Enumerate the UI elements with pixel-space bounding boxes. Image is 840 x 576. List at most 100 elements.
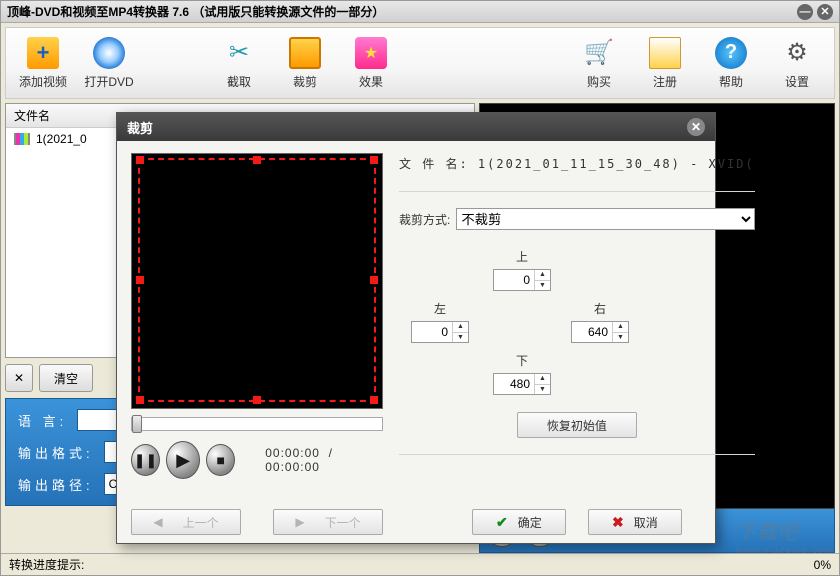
capture-label: 截取 [227,73,251,90]
crop-top-cell: 上 ▲▼ [489,248,555,291]
crop-handle-tl[interactable] [136,156,144,164]
crop-handle-bl[interactable] [136,396,144,404]
help-icon [715,37,747,69]
scissors-icon: ✂ [223,37,255,69]
next-label: 下一个 [325,514,361,531]
dialog-title: 裁剪 [127,118,153,137]
crop-preview[interactable] [131,153,383,409]
crop-bottom-spinner[interactable]: ▲▼ [493,373,551,395]
stop-button[interactable]: ■ [206,444,235,476]
dialog-titlebar: 裁剪 ✕ [117,113,715,141]
dialog-filename: 文 件 名: 1(2021_01_11_15_30_48) - XVID( [399,155,755,175]
crop-rectangle[interactable] [138,158,376,402]
down-icon[interactable]: ▼ [453,333,468,343]
up-icon[interactable]: ▲ [535,374,550,385]
crop-bottom-label: 下 [489,352,555,369]
titlebar: 顶峰-DVD和视频至MP4转换器 7.6 （试用版只能转换源文件的一部分） — … [1,1,839,23]
settings-button[interactable]: ⚙设置 [766,31,828,95]
crop-handle-tm[interactable] [253,156,261,164]
dialog-body: ❚❚ ▶ ■ 00:00:00 / 00:00:00 ◀上一个 ▶下一个 文 [117,141,715,543]
crop-handle-br[interactable] [370,396,378,404]
chevron-right-icon: ▶ [295,515,304,529]
crop-mode-label: 裁剪方式: [399,211,450,228]
window-title: 顶峰-DVD和视频至MP4转换器 7.6 （试用版只能转换源文件的一部分） [7,3,793,20]
chevron-left-icon: ◀ [153,515,162,529]
dialog-close-button[interactable]: ✕ [687,118,705,136]
status-bar: 转换进度提示: 0% [1,553,839,575]
play-button[interactable]: ▶ [166,441,200,479]
help-button[interactable]: 帮助 [700,31,762,95]
down-icon[interactable]: ▼ [613,333,628,343]
effect-label: 效果 [359,73,383,90]
crop-top-input[interactable] [494,270,534,290]
clear-label: 清空 [54,370,78,387]
register-button[interactable]: 注册 [634,31,696,95]
cancel-button[interactable]: ✖取消 [588,509,682,535]
prev-label: 上一个 [183,514,219,531]
up-icon[interactable]: ▲ [535,270,550,281]
prev-button[interactable]: ◀ 上一个 [131,509,241,535]
crop-mode-select[interactable]: 不裁剪 [456,208,754,230]
add-video-label: 添加视频 [19,73,67,90]
crop-right-cell: 右 ▲▼ [567,300,633,343]
slider-thumb[interactable] [132,415,142,433]
crop-values: 上 ▲▼ 左 ▲▼ 右 ▲▼ 下 ▲▼ [399,248,755,398]
effect-icon [355,37,387,69]
crop-handle-ml[interactable] [136,276,144,284]
file-name: 1(2021_0 [36,132,87,146]
next-button[interactable]: ▶ 下一个 [273,509,383,535]
crop-right-input[interactable] [572,322,612,342]
crop-icon [289,37,321,69]
capture-button[interactable]: ✂ 截取 [208,31,270,95]
ok-button[interactable]: ✔确定 [472,509,566,535]
crop-left-input[interactable] [412,322,452,342]
remove-button[interactable]: ✕ [5,364,33,392]
time-current: 00:00:00 [265,446,320,460]
up-icon[interactable]: ▲ [613,322,628,333]
cancel-label: 取消 [634,514,658,531]
timecode: 00:00:00 / 00:00:00 [265,446,383,474]
crop-top-spinner[interactable]: ▲▼ [493,269,551,291]
divider [399,454,755,455]
divider [399,191,755,192]
down-icon[interactable]: ▼ [535,281,550,291]
crop-handle-tr[interactable] [370,156,378,164]
open-dvd-label: 打开DVD [84,73,133,90]
down-icon[interactable]: ▼ [535,385,550,395]
crop-mode-row: 裁剪方式: 不裁剪 [399,208,755,230]
crop-label: 裁剪 [293,73,317,90]
buy-button[interactable]: 🛒 购买 [568,31,630,95]
crop-handle-bm[interactable] [253,396,261,404]
status-label: 转换进度提示: [9,556,84,573]
up-icon[interactable]: ▲ [453,322,468,333]
transport-controls: ❚❚ ▶ ■ 00:00:00 / 00:00:00 [131,441,383,479]
film-icon [14,133,30,145]
dialog-right: 文 件 名: 1(2021_01_11_15_30_48) - XVID( 裁剪… [393,141,769,543]
cart-icon: 🛒 [583,37,615,69]
filename-value: 1(2021_01_11_15_30_48) - XVID( [478,157,755,171]
crop-left-label: 左 [407,300,473,317]
crop-right-spinner[interactable]: ▲▼ [571,321,629,343]
clear-button[interactable]: 清空 [39,364,93,392]
crop-left-cell: 左 ▲▼ [407,300,473,343]
crop-dialog: 裁剪 ✕ [116,112,716,544]
dialog-actions: ✔确定 ✖取消 [399,509,755,535]
dialog-left: ❚❚ ▶ ■ 00:00:00 / 00:00:00 ◀ 上一个 ▶ 下一个 [117,141,393,543]
close-button[interactable]: ✕ [817,4,833,20]
timeline-slider[interactable] [131,417,383,431]
crop-handle-mr[interactable] [370,276,378,284]
pause-button[interactable]: ❚❚ [131,444,160,476]
time-total: 00:00:00 [265,460,320,474]
add-video-button[interactable]: 添加视频 [12,31,74,95]
crop-bottom-input[interactable] [494,374,534,394]
minimize-button[interactable]: — [797,4,813,20]
help-label: 帮助 [719,73,743,90]
crop-button[interactable]: 裁剪 [274,31,336,95]
language-label: 语 言: [18,411,67,430]
buy-label: 购买 [587,73,611,90]
open-dvd-button[interactable]: 打开DVD [78,31,140,95]
restore-defaults-button[interactable]: 恢复初始值 [517,412,637,438]
status-percent: 0% [814,558,831,572]
crop-left-spinner[interactable]: ▲▼ [411,321,469,343]
effect-button[interactable]: 效果 [340,31,402,95]
